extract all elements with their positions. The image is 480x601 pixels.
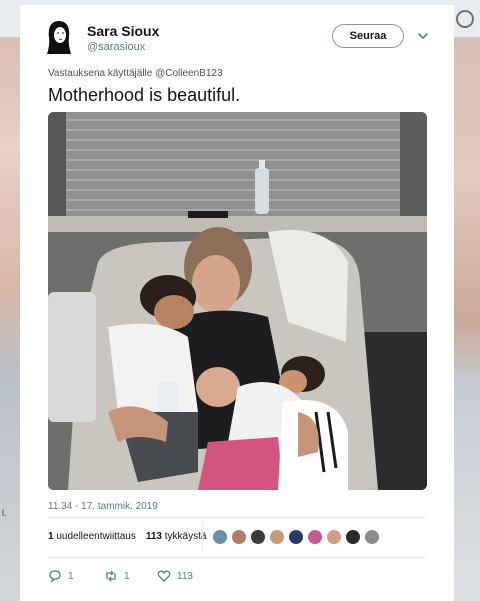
retweet-count: 1 bbox=[124, 570, 130, 582]
like-stat-label: tykkäystä bbox=[164, 531, 207, 542]
engagement-stats: 1 uudelleentwiittaus 113 tykkäystä bbox=[48, 531, 206, 542]
follow-button[interactable]: Seuraa bbox=[332, 24, 404, 48]
drawn-woman-silhouette-icon bbox=[47, 21, 71, 54]
liker-avatar[interactable] bbox=[364, 529, 380, 545]
liker-avatar[interactable] bbox=[345, 529, 361, 545]
retweet-stat[interactable]: 1 uudelleentwiittaus bbox=[48, 531, 136, 542]
author-handle[interactable]: @sarasioux bbox=[87, 41, 145, 53]
author-avatar[interactable] bbox=[44, 19, 74, 55]
liker-avatars bbox=[212, 529, 380, 545]
reply-context[interactable]: Vastauksena käyttäjälle @ColleenB123 bbox=[48, 68, 223, 79]
liker-avatar[interactable] bbox=[212, 529, 228, 545]
stat-divider bbox=[202, 523, 203, 551]
liker-avatar[interactable] bbox=[288, 529, 304, 545]
reply-button[interactable]: 1 bbox=[48, 569, 74, 583]
reply-count: 1 bbox=[68, 570, 74, 582]
tweet-timestamp[interactable]: 11.34 - 17. tammik. 2019 bbox=[48, 501, 158, 512]
like-count: 113 bbox=[177, 570, 193, 582]
photo-mother-and-children bbox=[48, 112, 427, 490]
like-stat-count: 113 bbox=[145, 531, 162, 542]
liker-avatar[interactable] bbox=[307, 529, 323, 545]
background-page-right bbox=[454, 38, 480, 601]
liker-avatar[interactable] bbox=[326, 529, 342, 545]
like-button[interactable]: 113 bbox=[157, 569, 193, 583]
tweet-text: Motherhood is beautiful. bbox=[48, 85, 241, 105]
background-snippet: l. bbox=[2, 508, 7, 518]
retweet-stat-label: uudelleentwiittaus bbox=[56, 531, 136, 542]
retweet-button[interactable]: 1 bbox=[104, 569, 130, 583]
reply-icon bbox=[49, 570, 61, 583]
liker-avatar[interactable] bbox=[269, 529, 285, 545]
search-icon[interactable] bbox=[456, 10, 474, 28]
retweet-icon bbox=[106, 570, 116, 582]
heart-icon bbox=[157, 570, 171, 582]
retweet-stat-count: 1 bbox=[48, 531, 54, 542]
liker-avatar[interactable] bbox=[231, 529, 247, 545]
divider-bottom bbox=[48, 557, 427, 558]
like-stat[interactable]: 113 tykkäystä bbox=[146, 531, 207, 542]
divider-top bbox=[48, 517, 427, 518]
liker-avatar[interactable] bbox=[250, 529, 266, 545]
chevron-down-icon[interactable] bbox=[416, 29, 430, 43]
tweet-card: Sara Sioux @sarasioux Seuraa Vastauksena… bbox=[20, 5, 454, 601]
author-name[interactable]: Sara Sioux bbox=[87, 23, 159, 39]
tweet-photo[interactable] bbox=[48, 112, 427, 490]
